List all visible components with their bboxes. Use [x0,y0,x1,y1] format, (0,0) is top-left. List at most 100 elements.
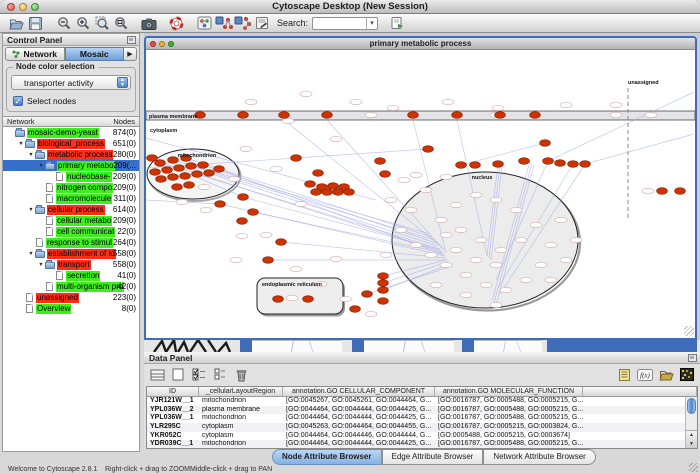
table-vertical-scrollbar[interactable]: ▲▼ [685,397,697,448]
network-label-node[interactable] [260,232,272,237]
network-label-node[interactable] [330,136,342,141]
table-row[interactable]: YPL036W__2plasma membrane[GO:0044464, GO… [147,406,697,415]
network-label-node[interactable] [330,256,342,261]
network-node[interactable] [322,189,333,196]
network-label-node[interactable] [555,217,567,222]
tree-col-network[interactable]: Network [7,117,35,126]
network-label-node[interactable] [450,202,462,207]
network-canvas[interactable]: plasma membranecytoplasmmitochondrionnuc… [146,50,695,337]
network-label-node[interactable] [490,262,502,267]
network-label-node[interactable] [290,266,302,271]
network-node[interactable] [204,170,215,177]
network-node[interactable] [378,298,389,305]
zoom-window-button[interactable] [31,3,39,11]
table-cell[interactable]: [GO:0044464, GO:0044444, GO:0044425, G..… [283,406,435,415]
network-label-node[interactable] [490,197,502,202]
function-builder-icon[interactable]: f(x) [636,366,654,383]
network-node[interactable] [380,171,391,178]
node-color-dropdown[interactable]: transporter activity ▲▼ [11,75,131,90]
network-label-node[interactable] [515,237,527,242]
network-label-node[interactable] [230,257,242,262]
table-row[interactable]: YJR121W__1mitochondrion[GO:0045267, GO:0… [147,397,697,406]
network-node[interactable] [156,176,167,183]
float-panel-icon[interactable] [688,354,697,362]
table-cell[interactable]: [GO:0045267, GO:0045261, GO:0044464, G..… [283,397,435,406]
network-node[interactable] [495,112,506,119]
network-label-node[interactable] [455,227,467,232]
network-label-node[interactable] [520,277,532,282]
table-cell[interactable]: mitochondrion [199,397,283,406]
network-label-node[interactable] [387,105,399,110]
zoom-in-button[interactable] [73,15,92,32]
network-label-node[interactable] [286,295,298,300]
network-label-node[interactable] [475,237,487,242]
network-label-node[interactable] [405,207,417,212]
attribute-matrix-icon[interactable] [678,366,696,383]
table-cell[interactable]: YDR039C__1 [147,440,199,449]
network-node[interactable] [452,112,463,119]
network-label-node[interactable] [440,174,452,179]
network-label-node[interactable] [460,272,472,277]
network-label-node[interactable] [385,197,397,202]
network-label-node[interactable] [470,192,482,197]
tab-mosaic[interactable]: Mosaic [65,47,125,61]
network-node[interactable] [375,158,386,165]
network-node[interactable] [273,296,284,303]
table-cell[interactable]: [GO:0044464, GO:0044446, GO:0044444, G..… [283,432,435,441]
network-node[interactable] [657,188,668,195]
network-label-node[interactable] [570,237,582,242]
network-node[interactable] [147,155,158,162]
table-cell[interactable]: [GO:0044464, GO:0044444, GO:0044425, G..… [283,414,435,423]
network-label-node[interactable] [365,112,377,117]
network-label-node[interactable] [500,287,512,292]
network-label-node[interactable] [200,207,212,212]
network-node[interactable] [172,184,183,191]
tree-row[interactable]: ▼metabolic process280(0) [3,149,139,160]
tree-row[interactable]: ▼cell communicat22(0) [3,226,139,237]
tab-edge-attribute-browser[interactable]: Edge Attribute Browser [382,449,484,465]
network-label-node[interactable] [295,201,307,206]
table-cell[interactable]: YPL036W__1 [147,414,199,423]
tree-expand-arrow-icon[interactable]: ▼ [37,262,45,268]
network-node[interactable] [248,209,259,216]
tree-expand-arrow-icon[interactable]: ▼ [27,152,35,158]
network-node[interactable] [238,112,249,119]
network-label-node[interactable] [492,105,504,110]
tree-row[interactable]: ▼transport558(0) [3,259,139,270]
network-label-node[interactable] [440,262,452,267]
zoom-out-button[interactable] [54,15,73,32]
layout-nodes-button[interactable] [214,15,233,32]
network-node[interactable] [303,296,314,303]
network-label-node[interactable] [176,199,188,204]
tree-expand-arrow-icon[interactable]: ▼ [17,141,25,147]
network-node[interactable] [328,183,339,190]
background-window-fragment[interactable] [252,340,342,352]
network-label-node[interactable] [435,217,447,222]
table-cell[interactable]: [GO:0016787, GO:0005215, GO:0003824, G..… [435,423,583,432]
network-node[interactable] [423,146,434,153]
network-node[interactable] [305,181,316,188]
table-column-header[interactable]: annotation.GO CELLULAR_COMPONENT [283,387,435,397]
network-node[interactable] [162,167,173,174]
network-node[interactable] [215,201,226,208]
network-edge[interactable] [548,92,694,161]
table-cell[interactable]: cytoplasm [199,423,283,432]
network-label-node[interactable] [410,242,422,247]
table-cell[interactable]: [GO:0016787, GO:0005488, GO:0005215, G..… [435,440,583,449]
network-label-node[interactable] [610,102,622,107]
network-node[interactable] [519,158,530,165]
network-label-node[interactable] [490,302,502,307]
network-node[interactable] [198,162,209,169]
tab-network-attribute-browser[interactable]: Network Attribute Browser [483,449,595,465]
tree-row[interactable]: ▼response to stimul264(0) [3,237,139,248]
network-label-node[interactable] [365,311,377,316]
table-row[interactable]: YKR052Ccytoplasm[GO:0044464, GO:0044446,… [147,432,697,441]
open-session-button[interactable] [7,15,26,32]
network-label-node[interactable] [420,187,432,192]
network-node[interactable] [530,112,541,119]
network-label-node[interactable] [450,247,462,252]
dropdown-stepper-icon[interactable]: ▲▼ [117,77,128,88]
more-tabs-arrow-icon[interactable]: ▶ [124,47,137,61]
network-node[interactable] [362,291,373,298]
network-label-node[interactable] [198,184,210,189]
